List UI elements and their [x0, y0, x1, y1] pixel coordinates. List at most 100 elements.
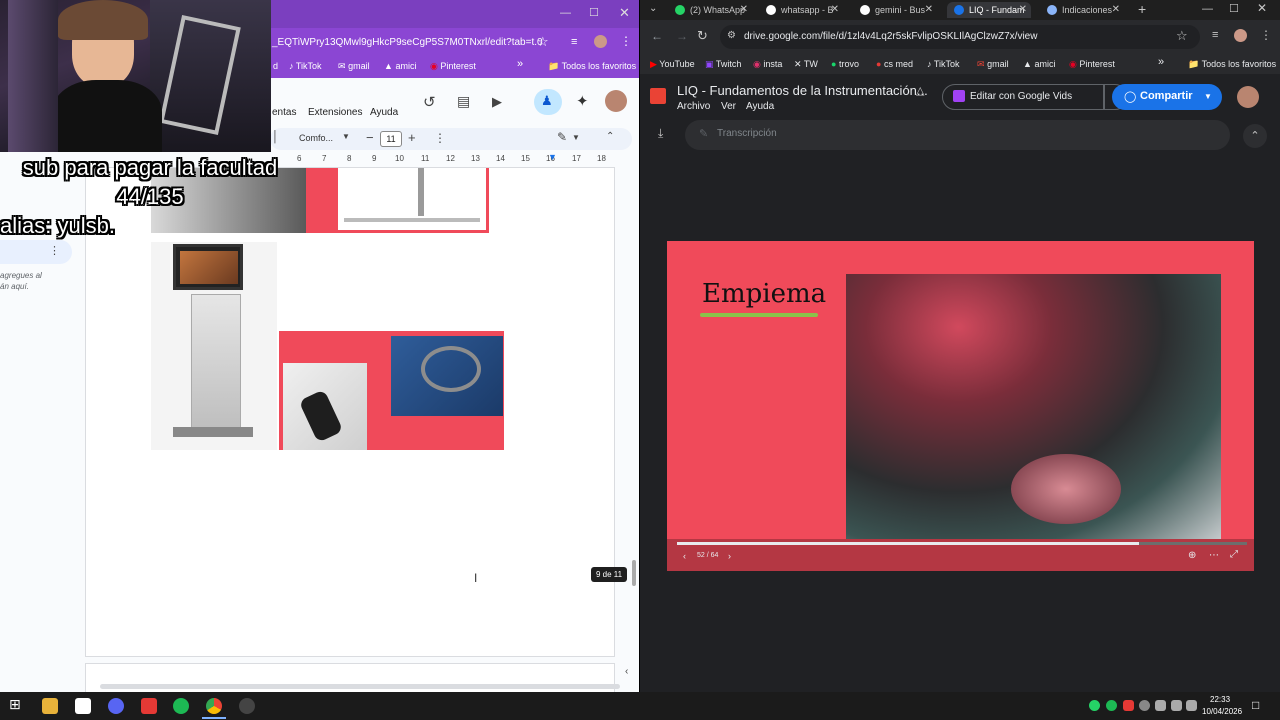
vertical-scrollbar[interactable] [632, 560, 636, 586]
more-icon[interactable]: ⋮ [1260, 28, 1272, 42]
bookmark-trovo[interactable]: ● trovo [831, 59, 859, 69]
profile-avatar[interactable] [1234, 29, 1247, 42]
back-icon[interactable]: ← [651, 29, 663, 43]
transcription-bar[interactable]: ✎ Transcripción [685, 120, 1230, 150]
avatar[interactable] [605, 90, 627, 112]
url-text[interactable]: drive.google.com/file/d/1zl4v4Lq2r5skFvl… [744, 31, 1037, 42]
drive-shortcut-icon[interactable]: △ [916, 84, 924, 97]
close-tab-icon[interactable]: ✕ [1112, 4, 1120, 15]
tab-whatsapp-search[interactable]: whatsapp - B ✕ [759, 2, 843, 18]
network-icon[interactable] [1171, 700, 1182, 711]
share-button[interactable]: ◯ Compartir ▼ [1112, 84, 1222, 110]
menu-ayuda[interactable]: Ayuda [746, 101, 774, 112]
all-bookmarks[interactable]: 📁 Todos los favoritos [548, 61, 636, 72]
bookmark-gmail[interactable]: ✉ gmail [338, 61, 370, 72]
collapse-up-icon[interactable]: ⌃ [1243, 124, 1267, 148]
chrome-icon[interactable] [206, 698, 222, 714]
url-text[interactable]: _EQTiWPry13QMwl9gHkcP9seCgP5S7M0TNxrl/ed… [272, 37, 543, 48]
share-people-button[interactable]: ♟ [534, 89, 562, 115]
edit-with-vids-button[interactable]: Editar con Google Vids [942, 84, 1104, 110]
chevron-right-icon[interactable]: » [517, 58, 523, 70]
bookmark-twitch[interactable]: ▣ Twitch [705, 59, 741, 70]
clock-time[interactable]: 22:33 [1210, 695, 1230, 704]
comments-icon[interactable]: ▤ [457, 93, 470, 110]
whatsapp-tray-icon[interactable] [1089, 700, 1100, 711]
more-icon[interactable]: ⋮ [620, 34, 632, 48]
star-icon[interactable]: ☆ [537, 34, 549, 50]
minimize-icon[interactable]: — [1202, 3, 1213, 15]
gemini-icon[interactable]: ✦ [576, 92, 589, 110]
menu-herramientas[interactable]: entas [272, 107, 296, 118]
bookmark-gmail[interactable]: ✉ gmail [977, 59, 1009, 70]
presentation-slide[interactable]: Empiema ‹ 52 / 64 › ⊕ ⋯ ⤢ [667, 241, 1254, 571]
indent-marker-icon[interactable]: ▼ [548, 152, 557, 162]
increase-font-button[interactable]: + [408, 130, 416, 145]
star-icon[interactable]: ☆ [1176, 28, 1188, 44]
more-horiz-icon[interactable]: ⋯ [1209, 550, 1219, 561]
bookmark-tiktok[interactable]: ♪ TikTok [927, 59, 960, 69]
decrease-font-button[interactable]: − [366, 130, 374, 145]
reload-icon[interactable]: ↻ [697, 28, 708, 44]
close-tab-icon[interactable]: ✕ [831, 4, 839, 15]
meet-icon[interactable]: ▶ [492, 94, 502, 110]
chevron-right-icon[interactable]: » [1158, 56, 1164, 68]
font-size-input[interactable]: 11 [380, 131, 402, 147]
media-icon[interactable]: ≡ [571, 36, 577, 48]
app-tray-icon[interactable] [1123, 700, 1134, 711]
close-icon[interactable]: ✕ [1257, 1, 1267, 15]
edit-pencil-icon[interactable]: ✎ [557, 130, 567, 144]
forward-icon[interactable]: → [676, 29, 688, 43]
spotify-tray-icon[interactable] [1106, 700, 1117, 711]
media-icon[interactable]: ≡ [1212, 29, 1218, 41]
bookmark-amici[interactable]: ▲ amici [384, 61, 416, 71]
tab-indicaciones[interactable]: Indicaciones ✕ [1040, 2, 1124, 18]
wifi-icon[interactable] [1155, 700, 1166, 711]
bookmark-pinterest[interactable]: ◉ Pinterest [430, 61, 476, 72]
menu-extensiones[interactable]: Extensiones [308, 107, 362, 118]
bookmark-insta[interactable]: ◉ insta [753, 59, 782, 70]
tab-liq[interactable]: LIQ - Fundam ✕ [947, 2, 1031, 18]
document-page[interactable] [85, 167, 615, 657]
maximize-icon[interactable]: ☐ [589, 6, 599, 19]
obs-icon[interactable] [239, 698, 255, 714]
more-vert-icon[interactable]: ⋮ [49, 244, 60, 257]
close-tab-icon[interactable]: ✕ [1019, 4, 1027, 15]
site-info-icon[interactable]: ⚙ [727, 30, 736, 41]
endoscopy-tower-image[interactable] [151, 242, 277, 450]
download-icon[interactable]: ⤓ [658, 126, 663, 141]
app-red-icon[interactable] [141, 698, 157, 714]
history-icon[interactable]: ↺ [423, 93, 436, 111]
bookmark-csmed[interactable]: ● cs med [876, 59, 913, 69]
comment-card[interactable]: ⋮ [0, 240, 72, 264]
settings-tray-icon[interactable] [1139, 700, 1150, 711]
windows-start-icon[interactable]: ⊞ [9, 696, 25, 712]
camera-image-frame[interactable] [279, 331, 504, 450]
tab-gemini-search[interactable]: gemini - Bus ✕ [853, 2, 937, 18]
chevron-left-icon[interactable]: ‹ [625, 666, 628, 677]
file-explorer-icon[interactable] [42, 698, 58, 714]
prev-slide-icon[interactable]: ‹ [683, 551, 686, 561]
new-tab-icon[interactable]: + [1138, 1, 1146, 17]
clock-date[interactable]: 10/04/2026 [1202, 707, 1242, 716]
next-slide-icon[interactable]: › [728, 551, 731, 561]
maximize-icon[interactable]: ☐ [1229, 2, 1239, 15]
zoom-icon[interactable]: ⊕ [1188, 550, 1196, 561]
profile-avatar[interactable] [594, 35, 607, 48]
horizontal-scrollbar[interactable] [100, 684, 620, 689]
menu-ayuda[interactable]: Ayuda [370, 107, 398, 118]
notification-icon[interactable]: □ [1252, 698, 1259, 712]
bookmark-pinterest[interactable]: ◉ Pinterest [1069, 59, 1115, 70]
collapse-icon[interactable]: ⌃ [606, 131, 614, 142]
close-tab-icon[interactable]: ✕ [925, 4, 933, 15]
minimize-icon[interactable]: — [560, 7, 571, 19]
style-select[interactable]: Comfo... [299, 133, 333, 143]
volume-icon[interactable] [1186, 700, 1197, 711]
bookmark-tiktok[interactable]: ♪ TikTok [289, 61, 322, 71]
fullscreen-icon[interactable]: ⤢ [1230, 549, 1238, 560]
tab-whatsapp[interactable]: (2) WhatsApp ✕ [668, 2, 752, 18]
omnibox[interactable]: ⚙ drive.google.com/file/d/1zl4v4Lq2r5skF… [720, 25, 1200, 49]
bookmark-tw[interactable]: ✕ TW [794, 59, 818, 70]
all-bookmarks[interactable]: 📁 Todos los favoritos [1188, 59, 1276, 70]
progress-track[interactable] [677, 542, 1247, 545]
menu-archivo[interactable]: Archivo [677, 101, 710, 112]
